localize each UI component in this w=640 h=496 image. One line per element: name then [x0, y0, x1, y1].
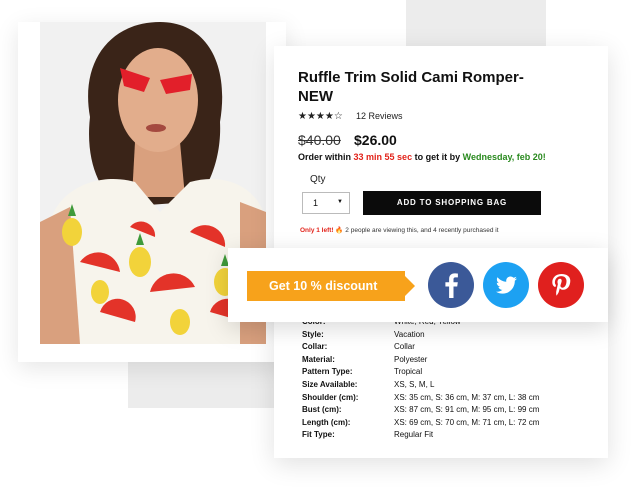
background-shape-bottom	[128, 362, 274, 408]
product-title: Ruffle Trim Solid Cami Romper-NEW	[298, 69, 524, 105]
background-shape-top	[406, 0, 546, 46]
spec-value: Polyester	[394, 354, 428, 364]
spec-label: Material:	[302, 354, 335, 364]
spec-row: Size Available: XS, S, M, L	[302, 379, 539, 392]
spec-row: Pattern Type: Tropical	[302, 366, 539, 379]
spec-label: Pattern Type:	[302, 367, 353, 377]
spec-value: Tropical	[394, 367, 423, 377]
spec-row: Collar: Collar	[302, 341, 539, 354]
facebook-share-button[interactable]	[428, 262, 474, 308]
sale-price: $26.00	[354, 132, 397, 148]
discount-badge[interactable]: Get 10 % discount	[247, 271, 415, 301]
spec-row: Bust (cm): XS: 87 cm, S: 91 cm, M: 95 cm,…	[302, 404, 539, 417]
spec-label: Size Available:	[302, 379, 358, 389]
viewers-text: 🔥 2 people are viewing this, and 4 recen…	[335, 227, 499, 234]
spec-label: Collar:	[302, 342, 328, 352]
spec-value: XS, S, M, L	[394, 379, 435, 389]
spec-value: Collar	[394, 342, 415, 352]
order-middle: to get it by	[414, 152, 461, 162]
stock-warning: Only 1 left!	[300, 227, 334, 234]
spec-value: XS: 87 cm, S: 91 cm, M: 95 cm, L: 99 cm	[394, 405, 540, 415]
spec-value: Regular Fit	[394, 430, 434, 440]
spec-row: Length (cm): XS: 69 cm, S: 70 cm, M: 71 c…	[302, 417, 539, 430]
urgency-message: Only 1 left! 🔥 2 people are viewing this…	[300, 226, 499, 234]
qty-label: Qty	[310, 174, 326, 185]
spec-row: Fit Type: Regular Fit	[302, 429, 539, 442]
spec-label: Style:	[302, 329, 324, 339]
spec-row: Style: Vacation	[302, 329, 539, 342]
spec-label: Shoulder (cm):	[302, 392, 359, 402]
old-price: $40.00	[298, 132, 341, 148]
delivery-date: Wednesday, feb 20!	[462, 152, 546, 162]
reviews-link[interactable]: 12 Reviews	[356, 111, 403, 121]
pinterest-icon	[538, 262, 584, 308]
spec-row: Material: Polyester	[302, 354, 539, 367]
delivery-countdown: Order within 33 min 55 sec to get it by …	[298, 152, 546, 162]
chevron-down-icon: ▼	[337, 199, 343, 205]
rating-stars-icon: ★★★★☆	[298, 111, 343, 122]
facebook-icon	[428, 262, 474, 308]
spec-table: Color:White, Red, Yellow Style:Vacation …	[302, 316, 539, 442]
order-prefix: Order within	[298, 152, 352, 162]
spec-value: XS: 35 cm, S: 36 cm, M: 37 cm, L: 38 cm	[394, 392, 540, 402]
twitter-icon	[483, 262, 529, 308]
countdown-timer: 33 min 55 sec	[353, 152, 413, 162]
spec-value: Vacation	[394, 329, 425, 339]
spec-label: Bust (cm):	[302, 405, 342, 415]
twitter-share-button[interactable]	[483, 262, 529, 308]
share-discount-bar: Get 10 % discount	[228, 248, 608, 322]
spec-label: Fit Type:	[302, 430, 335, 440]
pinterest-share-button[interactable]	[538, 262, 584, 308]
spec-label: Length (cm):	[302, 417, 351, 427]
spec-value: XS: 69 cm, S: 70 cm, M: 71 cm, L: 72 cm	[394, 417, 540, 427]
add-to-bag-button[interactable]: ADD TO SHOPPING BAG	[363, 191, 541, 215]
quantity-value: 1	[313, 198, 319, 208]
quantity-select[interactable]: 1 ▼	[302, 192, 350, 214]
spec-row: Shoulder (cm): XS: 35 cm, S: 36 cm, M: 37…	[302, 392, 539, 405]
